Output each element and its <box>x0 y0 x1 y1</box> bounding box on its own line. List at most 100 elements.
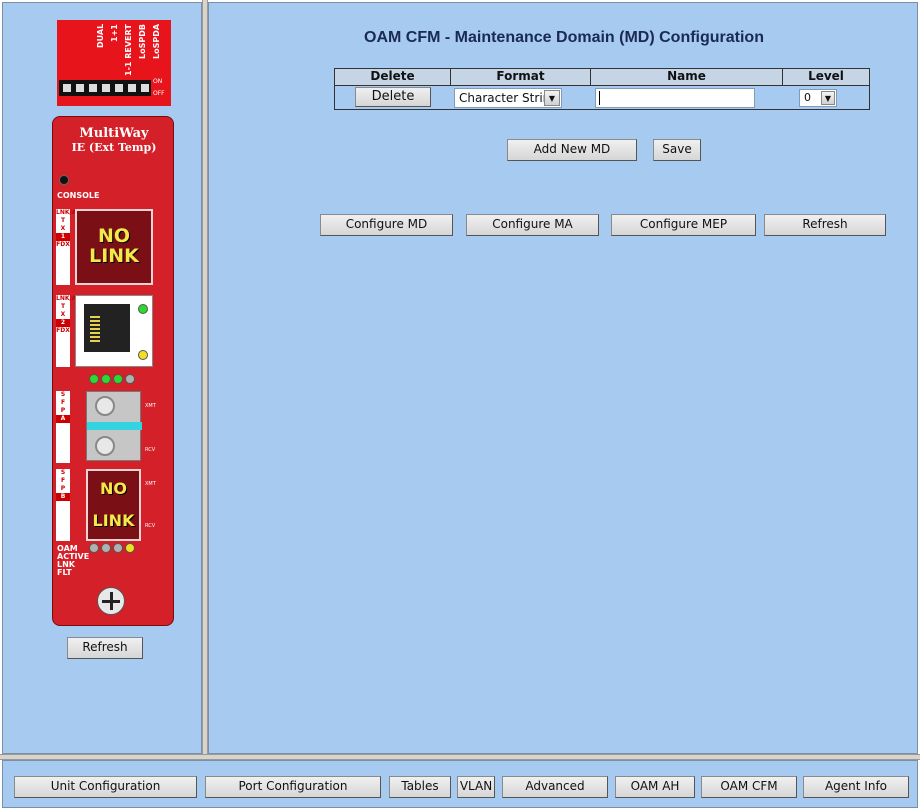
dip-off-label: OFF <box>153 90 165 97</box>
sfp-b-f-label: F <box>60 477 66 484</box>
dip-label-dual: DUAL <box>96 24 105 49</box>
sfp-a-rcv-label: RCV <box>145 447 156 453</box>
nav-tables-button[interactable]: Tables <box>389 776 451 798</box>
level-select-value: 0 <box>804 91 811 104</box>
nav-oam-cfm-button[interactable]: OAM CFM <box>701 776 797 798</box>
sfp-a-letter: A <box>56 415 70 423</box>
port-1-number: 1 <box>56 233 70 241</box>
sfp-a-rcv-port-icon <box>95 436 115 456</box>
oam-led <box>89 543 99 553</box>
delete-md-button[interactable]: Delete <box>355 87 431 107</box>
port-1-nolink-text: NO <box>97 225 131 247</box>
dip-switch[interactable] <box>128 84 136 92</box>
oam-led <box>125 543 135 553</box>
dip-switch-panel: LoSPDA LoSPDB 1-1 REVERT 1+1 DUAL ON OFF <box>57 20 171 106</box>
device-model: IE (Ext Temp) <box>71 141 157 154</box>
port-2-lnk-label: LNK/ACT <box>56 295 85 302</box>
column-header-name: Name <box>591 69 783 85</box>
sfp-a-s-label: S <box>60 391 66 398</box>
dip-switch-bank[interactable] <box>59 80 151 96</box>
nav-advanced-button[interactable]: Advanced <box>502 776 608 798</box>
dip-label-lospda: LoSPDA <box>152 24 161 60</box>
dip-switch[interactable] <box>76 84 84 92</box>
nav-port-configuration-button[interactable]: Port Configuration <box>205 776 381 798</box>
dip-label-lospdb: LoSPDB <box>138 24 147 59</box>
nav-oam-ah-button[interactable]: OAM AH <box>615 776 695 798</box>
port-1-lnk-label: LNK/ACT <box>56 209 85 216</box>
dropdown-arrow-icon: ▼ <box>544 90 560 106</box>
port-1-fdx-label: FDX <box>56 241 70 248</box>
column-header-format: Format <box>451 69 591 85</box>
console-label: CONSOLE <box>57 191 100 200</box>
sfp-a-xmt-port-icon <box>95 396 115 416</box>
md-config-frame: OAM CFM - Maintenance Domain (MD) Config… <box>208 2 918 754</box>
port-2-link-led <box>138 304 148 314</box>
dip-switch[interactable] <box>141 84 149 92</box>
sfp-b-s-label: S <box>60 469 66 476</box>
fiber-cable-icon <box>87 422 142 430</box>
port-2-fdx-led <box>138 350 148 360</box>
device-panel-frame: LoSPDA LoSPDB 1-1 REVERT 1+1 DUAL ON OFF… <box>2 2 202 754</box>
port-1-nolink-text: LINK <box>89 245 139 267</box>
dip-label-one-plus-one: 1+1 <box>110 24 119 42</box>
multiway-device-faceplate: MultiWay IE (Ext Temp) CONSOLE LNK/ACT T… <box>52 116 174 626</box>
sfp-led <box>101 374 111 384</box>
dip-switch[interactable] <box>115 84 123 92</box>
dip-switch[interactable] <box>102 84 110 92</box>
sfp-b-rcv-label: RCV <box>145 523 156 529</box>
rj45-pins-icon <box>90 316 100 344</box>
device-refresh-button[interactable]: Refresh <box>67 637 143 659</box>
oam-led <box>113 543 123 553</box>
sfp-a-strip: S F P A <box>56 391 70 463</box>
port-1-t-label: T <box>60 217 66 224</box>
device-brand: MultiWay <box>79 126 149 141</box>
dip-label-revert: 1-1 REVERT <box>124 24 133 76</box>
sfp-b-p-label: P <box>60 485 66 492</box>
sfp-a-xmt-label: XMT <box>145 403 156 409</box>
table-row: Delete Character String ▼ 0 ▼ <box>335 85 869 109</box>
sfp-b-status[interactable]: NO LINK <box>86 469 141 541</box>
sfp-b-strip: S F P B <box>56 469 70 541</box>
nav-vlan-button[interactable]: VLAN <box>457 776 495 798</box>
md-table-header: Delete Format Name Level <box>335 69 869 85</box>
nav-agent-info-button[interactable]: Agent Info <box>803 776 909 798</box>
port-2-rj45-icon[interactable] <box>75 295 153 367</box>
sfp-b-letter: B <box>56 493 70 501</box>
column-header-level: Level <box>783 69 869 85</box>
console-port-icon <box>59 175 69 185</box>
format-select[interactable]: Character String ▼ <box>454 88 562 108</box>
port-1-status[interactable]: NO LINK <box>75 209 153 285</box>
md-table: Delete Format Name Level Delete Characte… <box>334 68 870 110</box>
sfp-led <box>125 374 135 384</box>
text-caret <box>599 91 600 105</box>
port-2-number: 2 <box>56 319 70 327</box>
port-2-t-label: T <box>60 303 66 310</box>
column-header-delete: Delete <box>335 69 451 85</box>
configure-ma-button[interactable]: Configure MA <box>466 214 599 236</box>
save-button[interactable]: Save <box>653 139 701 161</box>
level-select[interactable]: 0 ▼ <box>799 89 837 107</box>
sfp-led <box>113 374 123 384</box>
add-new-md-button[interactable]: Add New MD <box>507 139 637 161</box>
dip-switch[interactable] <box>89 84 97 92</box>
dropdown-arrow-icon: ▼ <box>821 91 835 105</box>
dip-switch[interactable] <box>63 84 71 92</box>
port-2-strip: LNK/ACT T X 2 FDX <box>56 295 85 367</box>
oam-led <box>101 543 111 553</box>
oam-flt-label: FLT <box>57 568 72 577</box>
sfp-b-nolink-text: LINK <box>92 511 135 530</box>
port-2-x-label: X <box>60 311 66 318</box>
bottom-nav-frame: Unit Configuration Port Configuration Ta… <box>2 760 918 808</box>
screw-icon <box>97 587 125 615</box>
dip-on-label: ON <box>153 78 163 85</box>
page-title: OAM CFM - Maintenance Domain (MD) Config… <box>364 29 764 46</box>
sfp-a-p-label: P <box>60 407 66 414</box>
sfp-b-xmt-label: XMT <box>145 481 156 487</box>
sfp-a-module-icon[interactable] <box>86 391 142 461</box>
port-1-x-label: X <box>60 225 66 232</box>
configure-md-button[interactable]: Configure MD <box>320 214 453 236</box>
configure-mep-button[interactable]: Configure MEP <box>611 214 756 236</box>
nav-unit-configuration-button[interactable]: Unit Configuration <box>14 776 197 798</box>
md-name-input[interactable] <box>595 88 755 108</box>
refresh-button[interactable]: Refresh <box>764 214 886 236</box>
